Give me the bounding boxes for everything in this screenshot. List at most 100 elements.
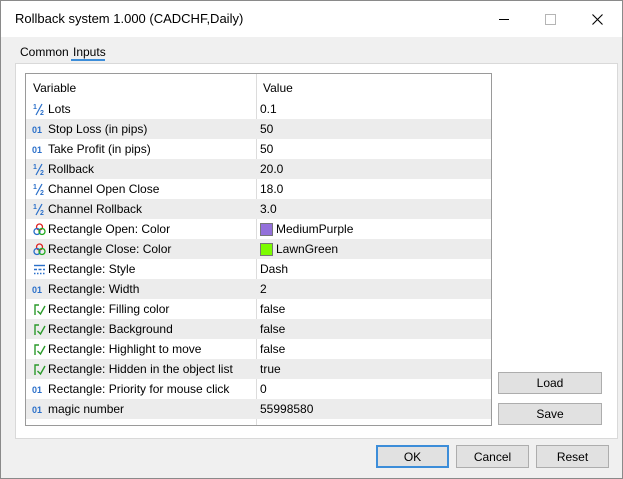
variable-name: Rectangle: Filling color: [48, 302, 170, 316]
svg-text:01: 01: [32, 145, 42, 155]
value-text: 3.0: [260, 202, 277, 216]
variable-value[interactable]: MediumPurple: [260, 222, 353, 236]
close-button[interactable]: [574, 1, 620, 37]
variable-name: Rectangle: Highlight to move: [48, 342, 202, 356]
boolean-icon: [32, 362, 46, 376]
title-bar: Rollback system 1.000 (CADCHF,Daily): [1, 1, 622, 37]
variable-value[interactable]: Dash: [260, 262, 288, 276]
table-row[interactable]: Rectangle Close: Color LawnGreen: [26, 239, 491, 259]
value-text: 20.0: [260, 162, 284, 176]
variable-name: Take Profit (in pips): [48, 142, 151, 156]
save-button[interactable]: Save: [498, 403, 602, 425]
table-row[interactable]: 01 magic number 55998580: [26, 399, 491, 419]
table-row[interactable]: 1 2 Channel Open Close 18.0: [26, 179, 491, 199]
svg-text:2: 2: [40, 210, 44, 216]
boolean-icon: [32, 302, 46, 316]
window-title: Rollback system 1.000 (CADCHF,Daily): [15, 11, 244, 26]
table-row[interactable]: 1 2 Lots 0.1: [26, 99, 491, 119]
variable-name: magic number: [48, 402, 125, 416]
active-tab-indicator: [71, 59, 105, 61]
variable-value[interactable]: 0.1: [260, 102, 277, 116]
variable-value[interactable]: 50: [260, 122, 273, 136]
load-button[interactable]: Load: [498, 372, 602, 394]
variable-value[interactable]: 18.0: [260, 182, 283, 196]
variable-value[interactable]: LawnGreen: [260, 242, 338, 256]
reset-button[interactable]: Reset: [536, 445, 609, 468]
tab-inputs[interactable]: Inputs: [73, 45, 106, 59]
table-row[interactable]: 01 Rectangle: Width 2: [26, 279, 491, 299]
variable-name: Channel Rollback: [48, 202, 143, 216]
value-text: 0: [260, 382, 267, 396]
table-row[interactable]: Rectangle: Filling color false: [26, 299, 491, 319]
variable-name: Rectangle Open: Color: [48, 222, 171, 236]
variable-name: Rectangle: Width: [48, 282, 140, 296]
variable-name: Lots: [48, 102, 71, 116]
maximize-icon: [544, 13, 556, 25]
close-icon: [591, 13, 603, 25]
table-row[interactable]: 01 Take Profit (in pips) 50: [26, 139, 491, 159]
minimize-button[interactable]: [481, 1, 527, 37]
table-row[interactable]: Rectangle Open: Color MediumPurple: [26, 219, 491, 239]
svg-text:1: 1: [33, 104, 37, 111]
svg-text:1: 1: [33, 184, 37, 191]
table-row[interactable]: 1 2 Channel Rollback 3.0: [26, 199, 491, 219]
svg-text:2: 2: [40, 170, 44, 176]
inputs-grid: Variable Value 1 2 Lots 0.1 01 Stop Loss (in …: [25, 73, 492, 426]
value-text: 55998580: [260, 402, 314, 416]
boolean-icon: [32, 342, 46, 356]
variable-value[interactable]: 55998580: [260, 402, 313, 416]
color-swatch: [260, 242, 273, 256]
variable-value[interactable]: false: [260, 342, 285, 356]
table-row[interactable]: 01 Rectangle: Priority for mouse click 0: [26, 379, 491, 399]
maximize-button[interactable]: [527, 1, 573, 37]
table-row[interactable]: Rectangle: Hidden in the object list true: [26, 359, 491, 379]
variable-value[interactable]: 20.0: [260, 162, 283, 176]
table-row[interactable]: 01 Stop Loss (in pips) 50: [26, 119, 491, 139]
variable-name: Rectangle: Hidden in the object list: [48, 362, 233, 376]
column-header-value[interactable]: Value: [263, 81, 293, 95]
variable-value[interactable]: 50: [260, 142, 273, 156]
fraction-icon: 12: [32, 182, 46, 196]
ok-button[interactable]: OK: [376, 445, 449, 468]
variable-name: Rectangle: Priority for mouse click: [48, 382, 230, 396]
variable-name: Rectangle: Style: [48, 262, 136, 276]
variable-value[interactable]: true: [260, 362, 281, 376]
variable-name: Rectangle Close: Color: [48, 242, 172, 256]
dialog-window: Rollback system 1.000 (CADCHF,Daily) Com…: [0, 0, 623, 479]
table-row[interactable]: Rectangle: Highlight to move false: [26, 339, 491, 359]
variable-name: Rectangle: Background: [48, 322, 173, 336]
color-palette-icon: [32, 242, 46, 256]
svg-text:01: 01: [32, 285, 42, 295]
value-text: 50: [260, 122, 274, 136]
svg-text:01: 01: [32, 385, 42, 395]
boolean-icon: [32, 322, 46, 336]
value-text: false: [260, 302, 286, 316]
variable-value[interactable]: 2: [260, 282, 267, 296]
value-text: false: [260, 342, 286, 356]
tab-common[interactable]: Common: [20, 45, 69, 59]
minimize-icon: [499, 18, 509, 20]
cancel-button[interactable]: Cancel: [456, 445, 529, 468]
value-text: 0.1: [260, 102, 277, 116]
svg-text:01: 01: [32, 405, 42, 415]
table-row[interactable]: 1 2 Rollback 20.0: [26, 159, 491, 179]
fraction-icon: 12: [32, 102, 46, 116]
color-palette-icon: [32, 222, 46, 236]
table-row[interactable]: Rectangle: Style Dash: [26, 259, 491, 279]
fraction-icon: 12: [32, 162, 46, 176]
variable-value[interactable]: false: [260, 302, 285, 316]
svg-text:1: 1: [33, 164, 37, 171]
variable-value[interactable]: false: [260, 322, 285, 336]
svg-text:2: 2: [40, 110, 44, 116]
integer-icon: 01: [32, 282, 46, 296]
line-style-icon: [32, 262, 46, 276]
variable-value[interactable]: 0: [260, 382, 267, 396]
column-header-variable[interactable]: Variable: [33, 81, 76, 95]
svg-text:2: 2: [40, 190, 44, 196]
table-row[interactable]: Rectangle: Background false: [26, 319, 491, 339]
tab-bar: Common Inputs: [1, 37, 622, 63]
variable-value[interactable]: 3.0: [260, 202, 277, 216]
value-text: true: [260, 362, 281, 376]
inputs-panel: Variable Value 1 2 Lots 0.1 01 Stop Loss (in …: [15, 63, 618, 439]
value-text: 18.0: [260, 182, 284, 196]
